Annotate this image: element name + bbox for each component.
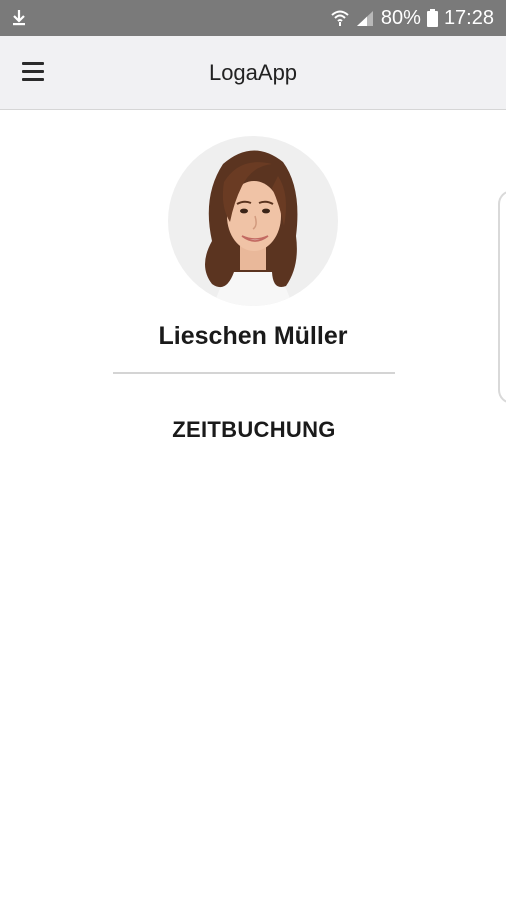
battery-percent: 80% — [380, 6, 421, 29]
divider — [113, 372, 395, 374]
download-icon — [10, 8, 30, 28]
status-bar: 80% 17:28 — [0, 0, 506, 36]
status-indicators: 80% 17:28 — [331, 0, 494, 36]
profile-name: Lieschen Müller — [158, 322, 348, 350]
side-panel-edge[interactable] — [498, 190, 506, 404]
wifi-icon — [331, 9, 349, 27]
clock: 17:28 — [443, 6, 494, 29]
menu-item-zeitbuchung[interactable]: ZEITBUCHUNG — [113, 400, 395, 460]
battery-icon — [426, 9, 438, 27]
app-title: LogaApp — [208, 60, 298, 85]
app-bar: LogaApp — [0, 36, 506, 110]
signal-icon — [355, 9, 375, 27]
profile-avatar — [168, 136, 338, 306]
